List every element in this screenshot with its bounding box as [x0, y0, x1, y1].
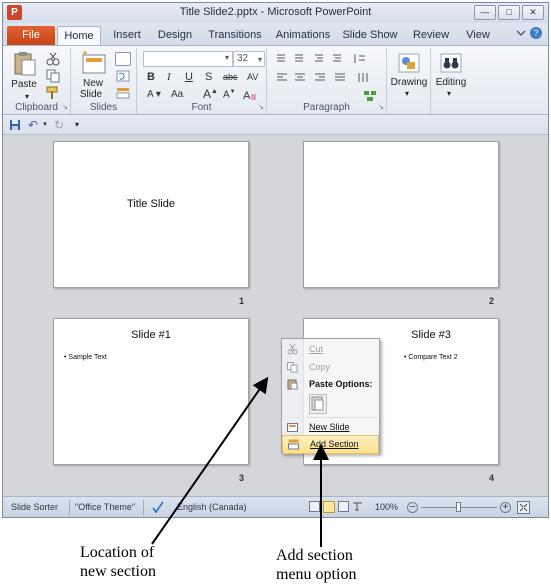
arrow-to-new-section [151, 376, 269, 545]
annotation-left-line-2: new section [80, 563, 156, 580]
annotation-right-line-1: Add section [276, 547, 353, 564]
annotation-right-line-2: menu option [276, 566, 357, 583]
annotation-left-line-1: Location of [80, 544, 155, 561]
annotation-add-section: Add section menu option [276, 546, 356, 584]
annotation-arrows [151, 376, 329, 547]
annotation-new-section: Location of new section [80, 543, 156, 581]
